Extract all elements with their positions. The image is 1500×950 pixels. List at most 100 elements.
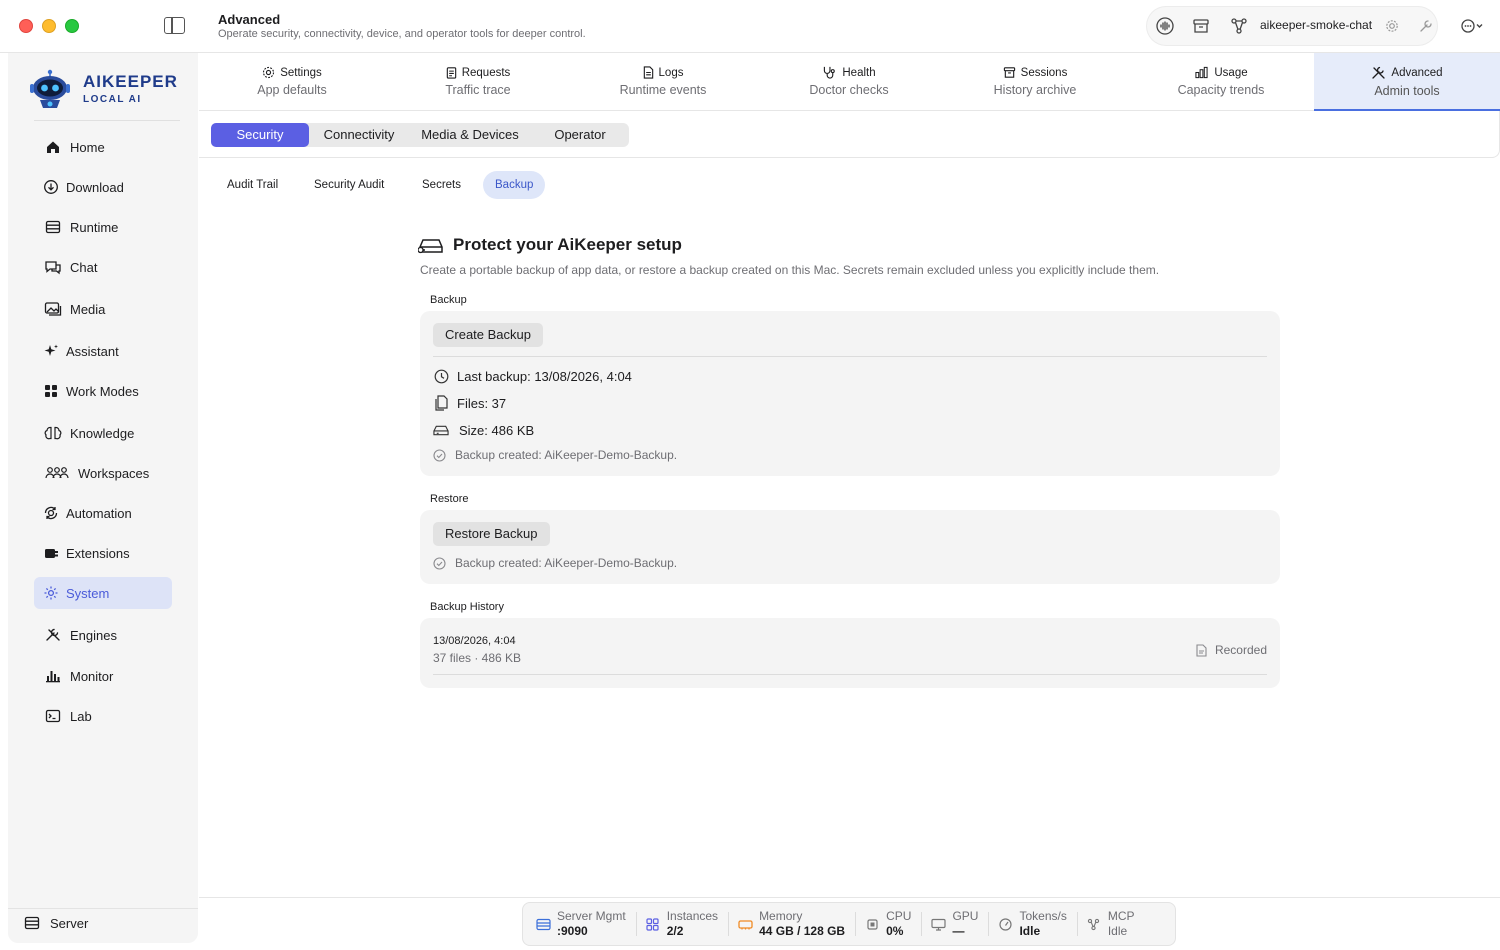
tab-title: Usage [1214,66,1248,79]
tab-title: Health [842,66,876,79]
status-bar: Server Mgmt:9090 Instances 2/2 Memory 44 G… [522,902,1176,946]
zoom-window-button[interactable] [65,19,79,33]
sidebar-item-home[interactable]: Home [34,131,172,163]
sidebar-item-label: Extensions [66,545,130,561]
sidebar-item-automation[interactable]: Automation [34,497,172,529]
history-date: 13/08/2026, 4:04 [433,635,516,647]
files-count-text: Files: 37 [457,395,507,411]
status-server-mgmt[interactable]: Server Mgmt:9090 [535,909,637,939]
history-state-label: Recorded [1214,643,1267,657]
branch-icon[interactable] [1230,17,1248,35]
drive-backup-icon [418,239,443,254]
sidebar-item-assistant[interactable]: Assistant [34,335,172,367]
title-bar: Advanced Operate security, connectivity,… [0,0,1500,53]
gear-icon[interactable] [1385,19,1399,33]
tab-title: Advanced [1391,67,1443,79]
drive-icon [433,422,449,438]
tab-usage[interactable]: Usage Capacity trends [1128,53,1314,111]
close-window-button[interactable] [19,19,33,33]
active-chat-name[interactable]: aikeeper-smoke-chat [1260,18,1372,32]
sidebar-item-engines[interactable]: Engines [34,619,172,651]
status-label: MCP [1107,909,1135,923]
house-icon [44,138,62,156]
restore-backup-button[interactable]: Restore Backup [433,522,550,546]
sidebar-item-media[interactable]: Media [34,293,172,325]
sidebar-toggle-icon[interactable] [164,17,185,34]
sidebar-item-download[interactable]: Download [34,171,172,203]
brain-icon [44,424,62,442]
tab-subtitle: Traffic trace [445,83,511,97]
divider [433,356,1267,357]
top-tab-bar: Settings App defaults Requests Traffic t… [199,53,1500,111]
sidebar-item-monitor[interactable]: Monitor [34,660,172,692]
sidebar-item-label: Assistant [66,343,119,359]
subtab-secrets[interactable]: Secrets [410,171,473,199]
clipboard-icon [446,67,456,79]
clock-icon [433,368,449,384]
restore-status-row: Backup created: AiKeeper-Demo-Backup. [433,556,677,570]
gauge-icon [997,916,1013,932]
history-section-label: Backup History [430,601,504,613]
subtab-security-audit[interactable]: Security Audit [302,171,396,199]
sidebar-item-work-modes[interactable]: Work Modes [34,375,172,407]
sidebar-item-label: Chat [70,259,98,275]
sidebar-item-runtime[interactable]: Runtime [34,211,172,243]
window-title: Advanced [218,12,281,27]
archive-icon[interactable] [1192,17,1210,35]
segment-operator[interactable]: Operator [531,123,629,147]
sidebar-item-workspaces[interactable]: Workspaces [34,457,172,489]
status-tokens[interactable]: Tokens/s Idle [997,909,1079,939]
status-memory[interactable]: Memory 44 GB / 128 GB [737,909,857,939]
sidebar-item-server[interactable]: Server [24,915,88,931]
sidebar-item-lab[interactable]: Lab [34,700,172,732]
wrench-icon[interactable] [1419,19,1433,33]
tab-requests[interactable]: Requests Traffic trace [385,53,571,111]
status-gpu[interactable]: GPU — [930,909,990,939]
more-options-icon[interactable] [1460,17,1488,35]
create-backup-button[interactable]: Create Backup [433,323,543,347]
segment-media-devices[interactable]: Media & Devices [409,123,531,147]
documents-icon [433,395,449,411]
subtab-backup[interactable]: Backup [483,171,546,199]
last-backup-text: Last backup: 13/08/2026, 4:04 [457,368,632,384]
waveform-icon[interactable] [1156,17,1174,35]
gear-icon [263,66,275,79]
sidebar-item-system[interactable]: System [34,577,172,609]
status-instances[interactable]: Instances 2/2 [645,909,730,939]
people-icon [44,464,70,482]
page-description: Create a portable backup of app data, or… [420,263,1160,277]
tab-advanced[interactable]: Advanced Admin tools [1314,53,1500,111]
segment-security[interactable]: Security [211,123,309,147]
files-row: Files: 37 [433,395,506,411]
history-card: 13/08/2026, 4:04 37 files · 486 KB Recor… [420,618,1280,688]
backup-card: Create Backup Last backup: 13/08/2026, 4… [420,311,1280,476]
history-meta: 37 files · 486 KB [433,651,522,665]
segment-connectivity[interactable]: Connectivity [309,123,409,147]
tab-logs[interactable]: Logs Runtime events [570,53,756,111]
tab-settings[interactable]: Settings App defaults [199,53,385,111]
sidebar-item-label: Home [70,139,105,155]
gpu-icon [930,916,946,932]
subtab-audit-trail[interactable]: Audit Trail [215,171,290,199]
sidebar-item-label: Monitor [70,668,114,684]
sidebar-item-knowledge[interactable]: Knowledge [34,417,172,449]
toolbar-group: aikeeper-smoke-chat [1147,7,1437,45]
server-icon [24,916,40,930]
status-label: Memory [759,909,803,923]
download-icon [42,178,60,196]
sidebar-item-chat[interactable]: Chat [34,251,172,283]
checkmark-circle-icon [433,556,446,570]
stethoscope-icon [824,66,836,79]
sidebar-item-extensions[interactable]: Extensions [34,537,172,569]
tab-sessions[interactable]: Sessions History archive [942,53,1128,111]
plug-icon [42,544,60,562]
sidebar-item-label: System [66,585,110,601]
restore-card: Restore Backup Backup created: AiKeeper-… [420,510,1280,584]
minimize-window-button[interactable] [42,19,56,33]
sidebar: AIKEEPER LOCAL AI Home Download Runtime … [8,53,198,943]
server-icon [535,916,551,932]
status-mcp[interactable]: MCP Idle [1086,909,1145,939]
tab-health[interactable]: Health Doctor checks [756,53,942,111]
document-icon [1196,643,1207,657]
status-cpu[interactable]: CPU 0% [864,909,923,939]
